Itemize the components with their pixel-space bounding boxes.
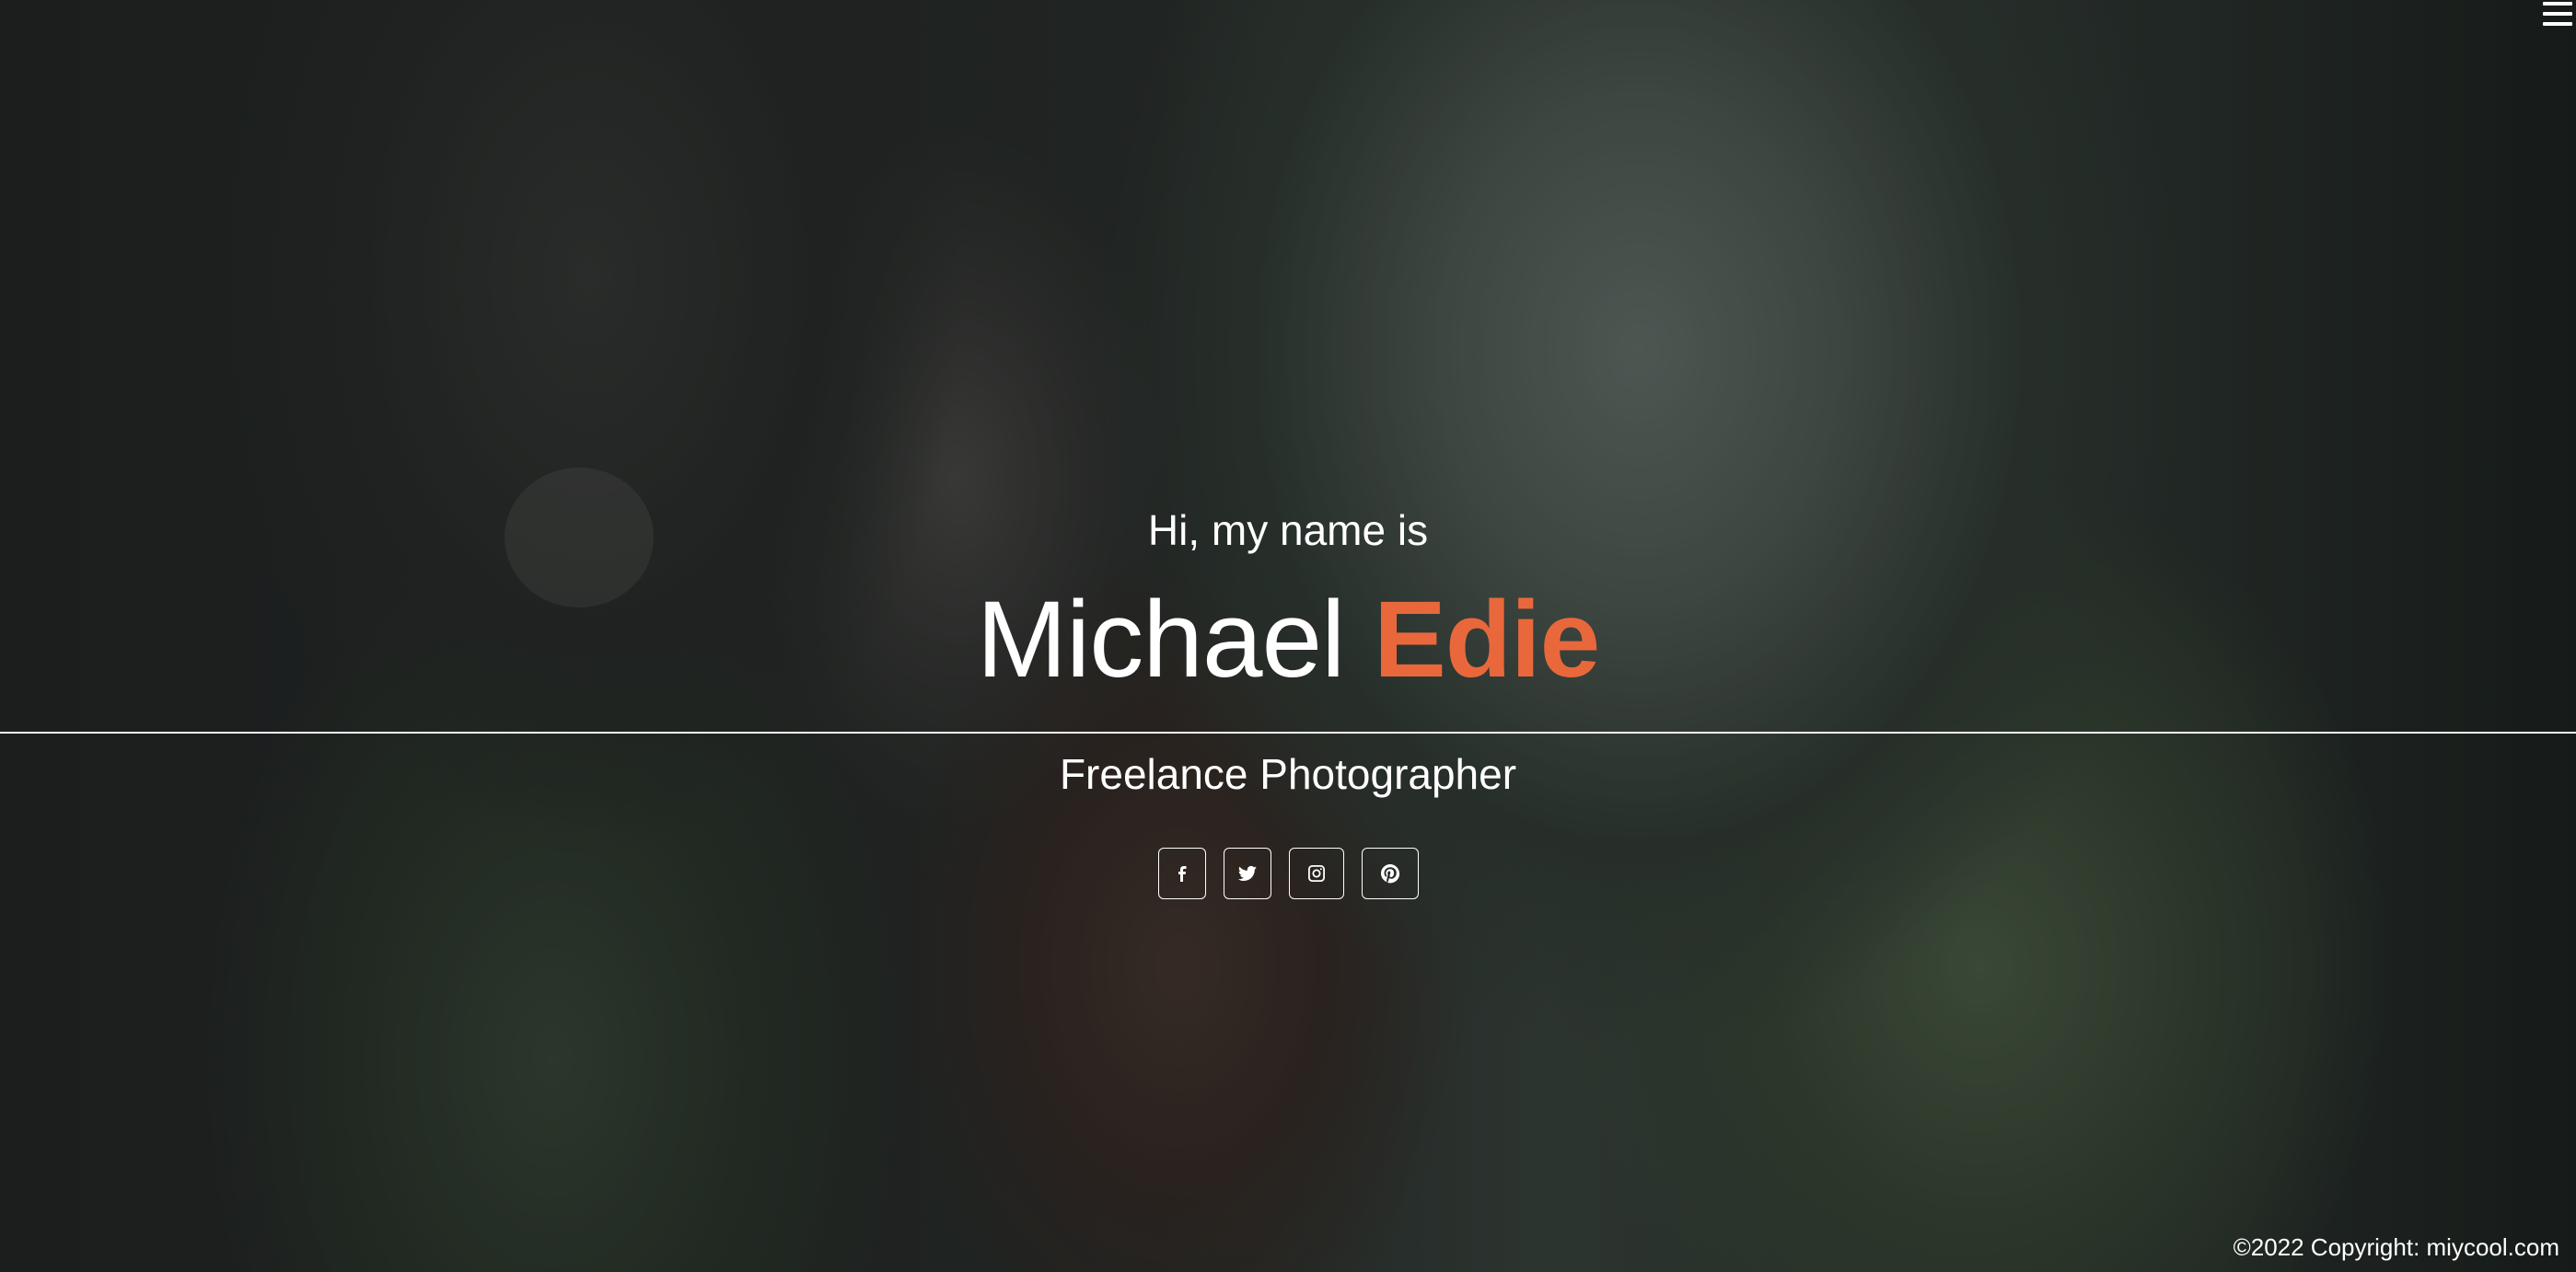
menu-bar [2543, 12, 2572, 16]
hero-first-name: Michael [976, 579, 1346, 700]
menu-bar [2543, 22, 2572, 26]
instagram-icon [1307, 865, 1325, 882]
social-links [0, 848, 2576, 899]
facebook-button[interactable] [1157, 848, 1206, 899]
facebook-icon [1178, 866, 1186, 882]
hero-last-name: Edie [1374, 579, 1600, 700]
hamburger-menu-icon[interactable] [2539, 0, 2576, 33]
hero-divider [0, 732, 2576, 734]
hero-section: Hi, my name is Michael Edie [0, 497, 2576, 700]
pinterest-icon [1380, 864, 1399, 884]
twitter-icon [1237, 865, 1257, 881]
page: Hi, my name is Michael Edie Freelance Ph… [0, 0, 2576, 1272]
hero-subtitle: Freelance Photographer [1059, 750, 1517, 798]
instagram-button[interactable] [1288, 848, 1344, 899]
hero-greeting: Hi, my name is [1147, 506, 1429, 554]
pinterest-button[interactable] [1361, 848, 1419, 899]
menu-bar [2543, 2, 2572, 6]
footer-copyright: ©2022 Copyright: miycool.com [2233, 1233, 2559, 1261]
hero-name: Michael Edie [0, 580, 2576, 700]
twitter-button[interactable] [1223, 848, 1271, 899]
